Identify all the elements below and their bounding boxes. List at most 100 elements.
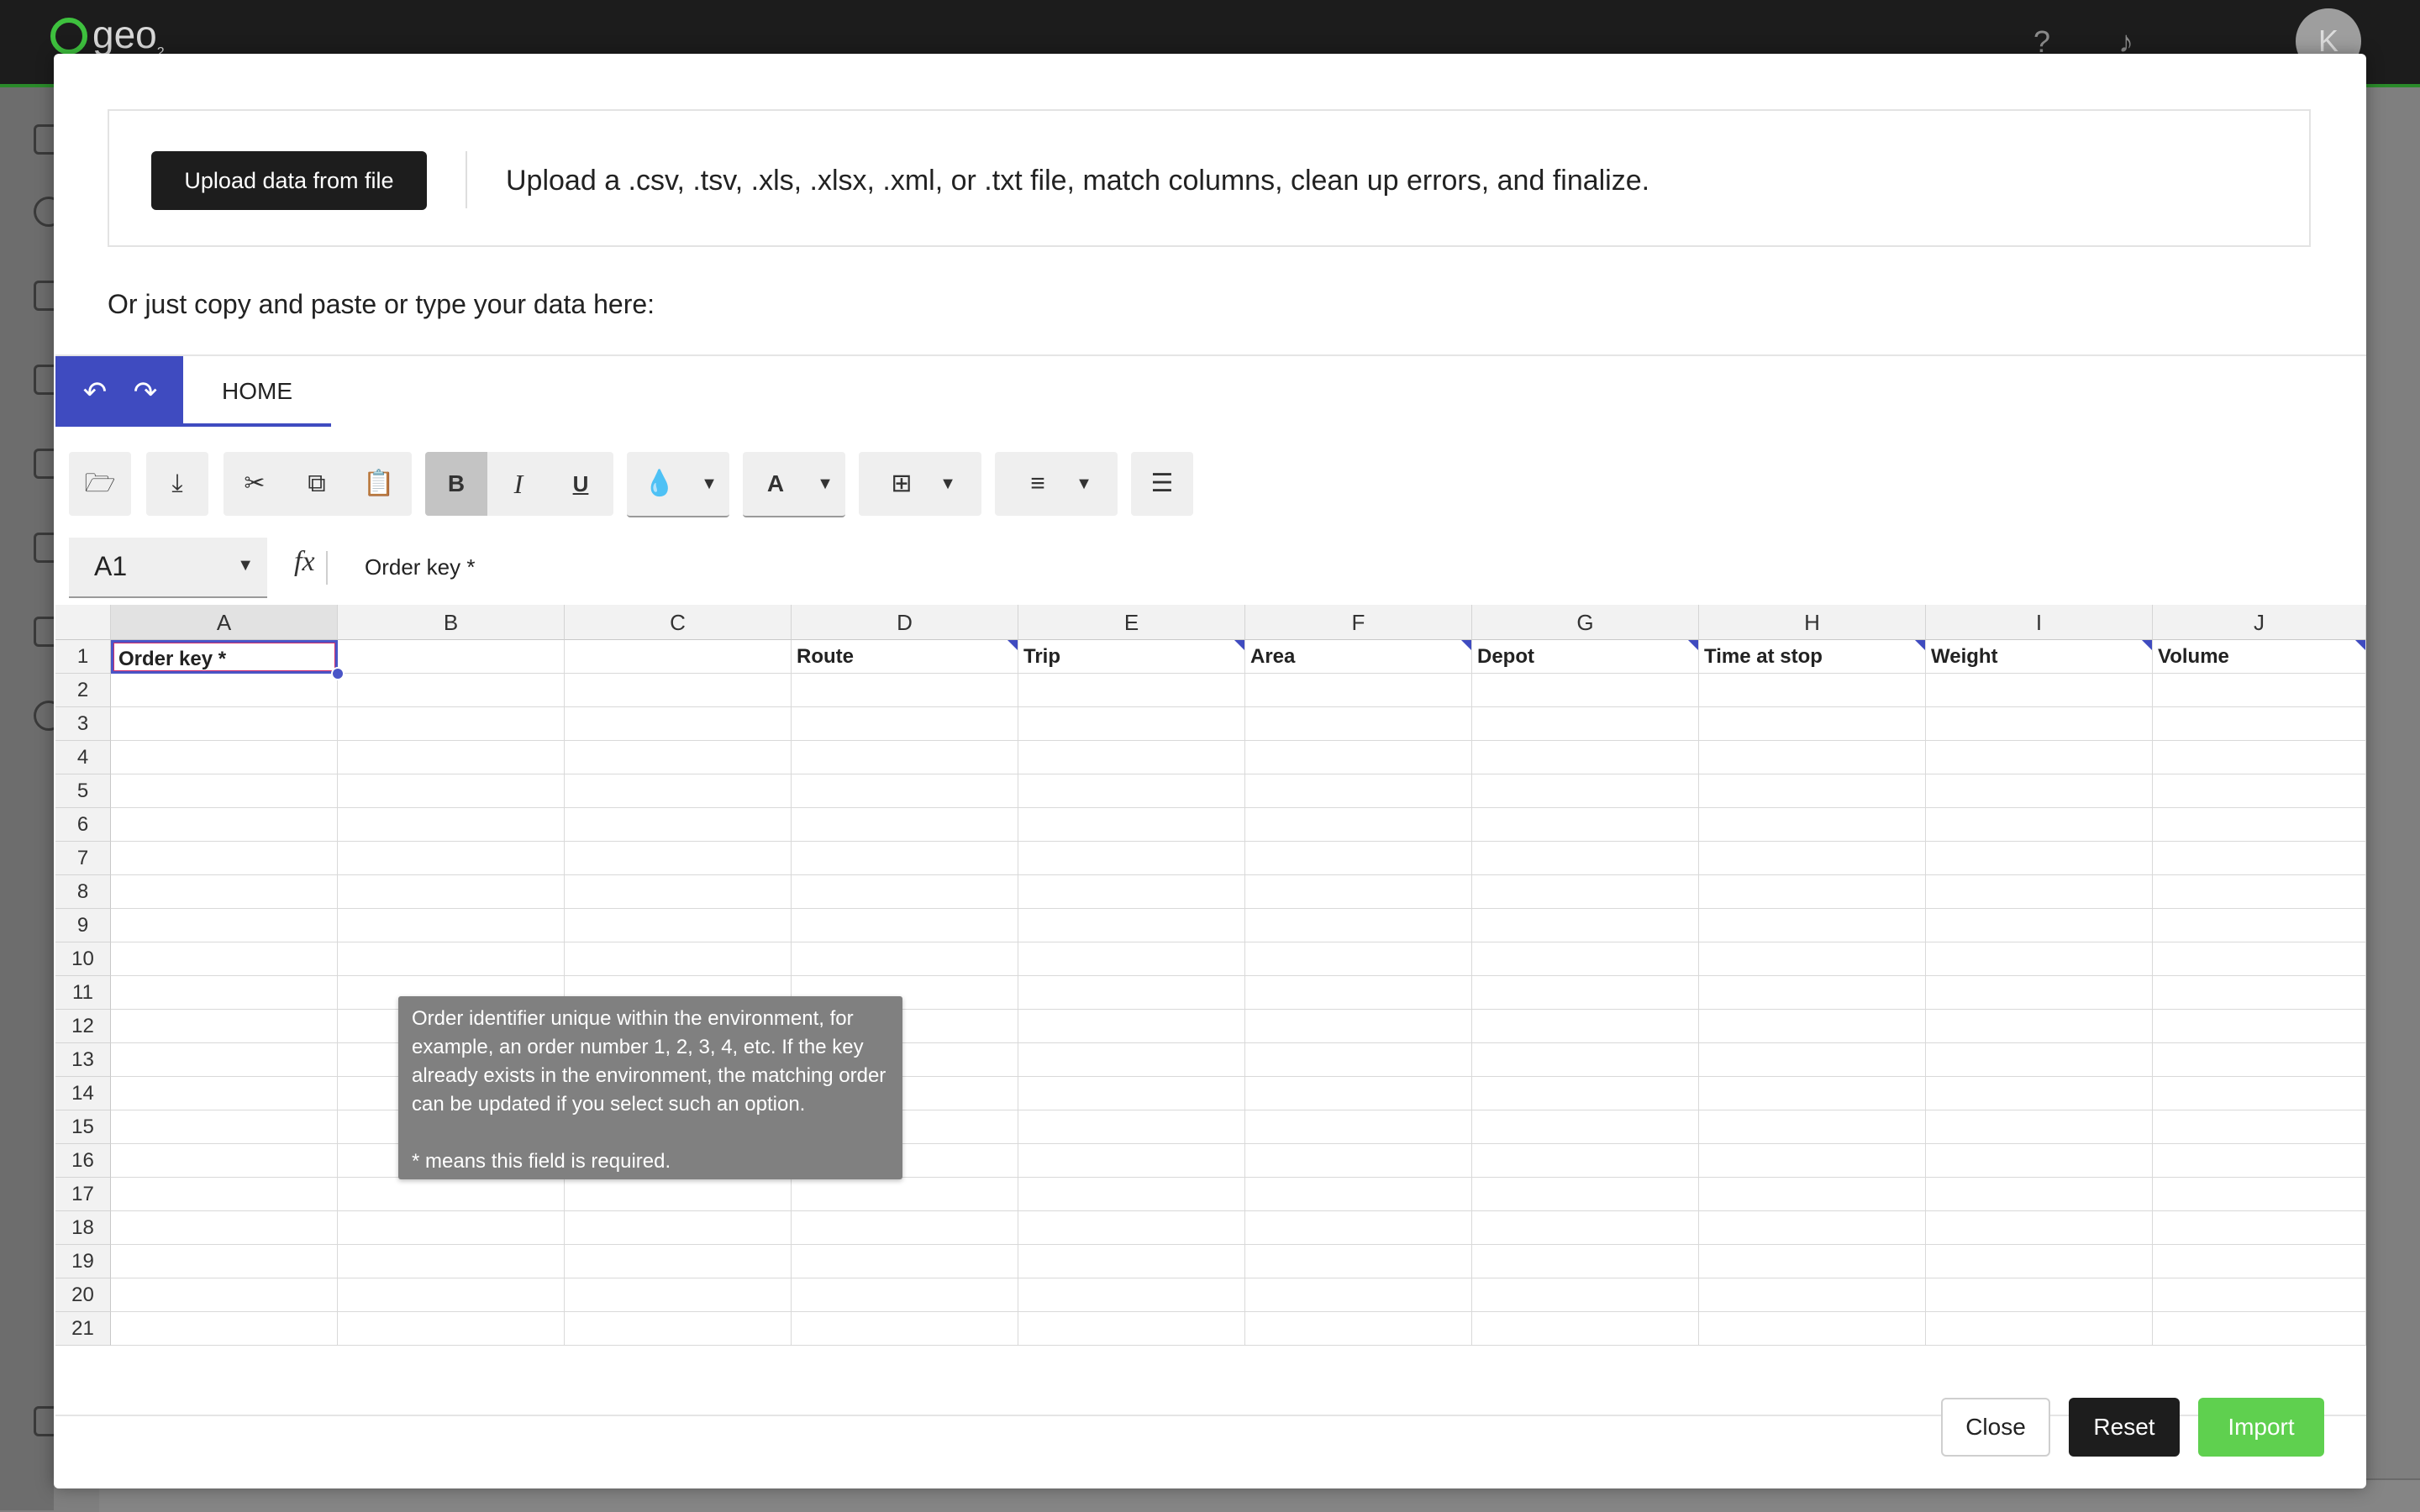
cell-e8[interactable] [1018,875,1245,909]
cell-a9[interactable] [111,909,338,942]
undo-icon[interactable]: ↶ [74,371,116,413]
cell-j5[interactable] [2153,774,2366,808]
row-header-18[interactable]: 18 [55,1211,111,1245]
cell-g13[interactable] [1472,1043,1699,1077]
row-header-10[interactable]: 10 [55,942,111,976]
cell-d6[interactable] [792,808,1018,842]
row-header-20[interactable]: 20 [55,1278,111,1312]
cell-j18[interactable] [2153,1211,2366,1245]
cell-d9[interactable] [792,909,1018,942]
cell-a3[interactable] [111,707,338,741]
cell-h12[interactable] [1699,1010,1926,1043]
cell-i6[interactable] [1926,808,2153,842]
cell-d4[interactable] [792,741,1018,774]
cell-g19[interactable] [1472,1245,1699,1278]
cell-g3[interactable] [1472,707,1699,741]
cell-j19[interactable] [2153,1245,2366,1278]
cell-h20[interactable] [1699,1278,1926,1312]
cell-j4[interactable] [2153,741,2366,774]
cell-f8[interactable] [1245,875,1472,909]
cell-j14[interactable] [2153,1077,2366,1110]
cell-g11[interactable] [1472,976,1699,1010]
cell-h8[interactable] [1699,875,1926,909]
cell-j11[interactable] [2153,976,2366,1010]
cell-b3[interactable] [338,707,565,741]
row-header-6[interactable]: 6 [55,808,111,842]
cell-c5[interactable] [565,774,792,808]
cell-j8[interactable] [2153,875,2366,909]
cell-a11[interactable] [111,976,338,1010]
cell-b20[interactable] [338,1278,565,1312]
cell-e21[interactable] [1018,1312,1245,1346]
align-dropdown[interactable]: ≡ ▼ [995,452,1118,516]
row-header-7[interactable]: 7 [55,842,111,875]
cell-b1[interactable] [338,640,565,674]
cell-b7[interactable] [338,842,565,875]
cell-i20[interactable] [1926,1278,2153,1312]
wrap-text-icon[interactable]: ☰ [1131,452,1193,516]
borders-dropdown[interactable]: ⊞ ▼ [859,452,981,516]
cell-a8[interactable] [111,875,338,909]
cell-g5[interactable] [1472,774,1699,808]
cell-g9[interactable] [1472,909,1699,942]
cell-h18[interactable] [1699,1211,1926,1245]
cell-c1[interactable] [565,640,792,674]
cell-i21[interactable] [1926,1312,2153,1346]
cell-e11[interactable] [1018,976,1245,1010]
cell-e3[interactable] [1018,707,1245,741]
close-button[interactable]: Close [1941,1398,2050,1457]
cell-d20[interactable] [792,1278,1018,1312]
cell-h5[interactable] [1699,774,1926,808]
cell-j17[interactable] [2153,1178,2366,1211]
cell-b9[interactable] [338,909,565,942]
cell-i7[interactable] [1926,842,2153,875]
cell-d1[interactable]: Route [792,640,1018,674]
cell-g16[interactable] [1472,1144,1699,1178]
cell-j12[interactable] [2153,1010,2366,1043]
column-header-h[interactable]: H [1699,605,1926,640]
cell-i8[interactable] [1926,875,2153,909]
cell-h10[interactable] [1699,942,1926,976]
cell-b19[interactable] [338,1245,565,1278]
cut-icon[interactable]: ✂ [224,452,286,516]
import-button[interactable]: Import [2198,1398,2324,1457]
cell-h6[interactable] [1699,808,1926,842]
cell-i3[interactable] [1926,707,2153,741]
cell-i19[interactable] [1926,1245,2153,1278]
cell-a16[interactable] [111,1144,338,1178]
download-icon[interactable]: ⤓ [146,452,208,516]
cell-h1[interactable]: Time at stop [1699,640,1926,674]
cell-c19[interactable] [565,1245,792,1278]
cell-h21[interactable] [1699,1312,1926,1346]
row-header-3[interactable]: 3 [55,707,111,741]
cell-i18[interactable] [1926,1211,2153,1245]
cell-j9[interactable] [2153,909,2366,942]
cell-g15[interactable] [1472,1110,1699,1144]
cell-e2[interactable] [1018,674,1245,707]
cell-e4[interactable] [1018,741,1245,774]
cell-c4[interactable] [565,741,792,774]
cell-c18[interactable] [565,1211,792,1245]
cell-c21[interactable] [565,1312,792,1346]
cell-d19[interactable] [792,1245,1018,1278]
cell-i14[interactable] [1926,1077,2153,1110]
cell-f14[interactable] [1245,1077,1472,1110]
cell-f17[interactable] [1245,1178,1472,1211]
cell-c8[interactable] [565,875,792,909]
row-header-15[interactable]: 15 [55,1110,111,1144]
row-header-8[interactable]: 8 [55,875,111,909]
cell-i17[interactable] [1926,1178,2153,1211]
cell-a13[interactable] [111,1043,338,1077]
cell-f4[interactable] [1245,741,1472,774]
cell-d8[interactable] [792,875,1018,909]
cell-j1[interactable]: Volume [2153,640,2366,674]
cell-name-box[interactable]: A1 ▼ [69,538,267,598]
cell-d17[interactable] [792,1178,1018,1211]
cell-b6[interactable] [338,808,565,842]
row-header-12[interactable]: 12 [55,1010,111,1043]
column-header-f[interactable]: F [1245,605,1472,640]
row-header-13[interactable]: 13 [55,1043,111,1077]
cell-a14[interactable] [111,1077,338,1110]
cell-f2[interactable] [1245,674,1472,707]
column-header-a[interactable]: A [111,605,338,640]
